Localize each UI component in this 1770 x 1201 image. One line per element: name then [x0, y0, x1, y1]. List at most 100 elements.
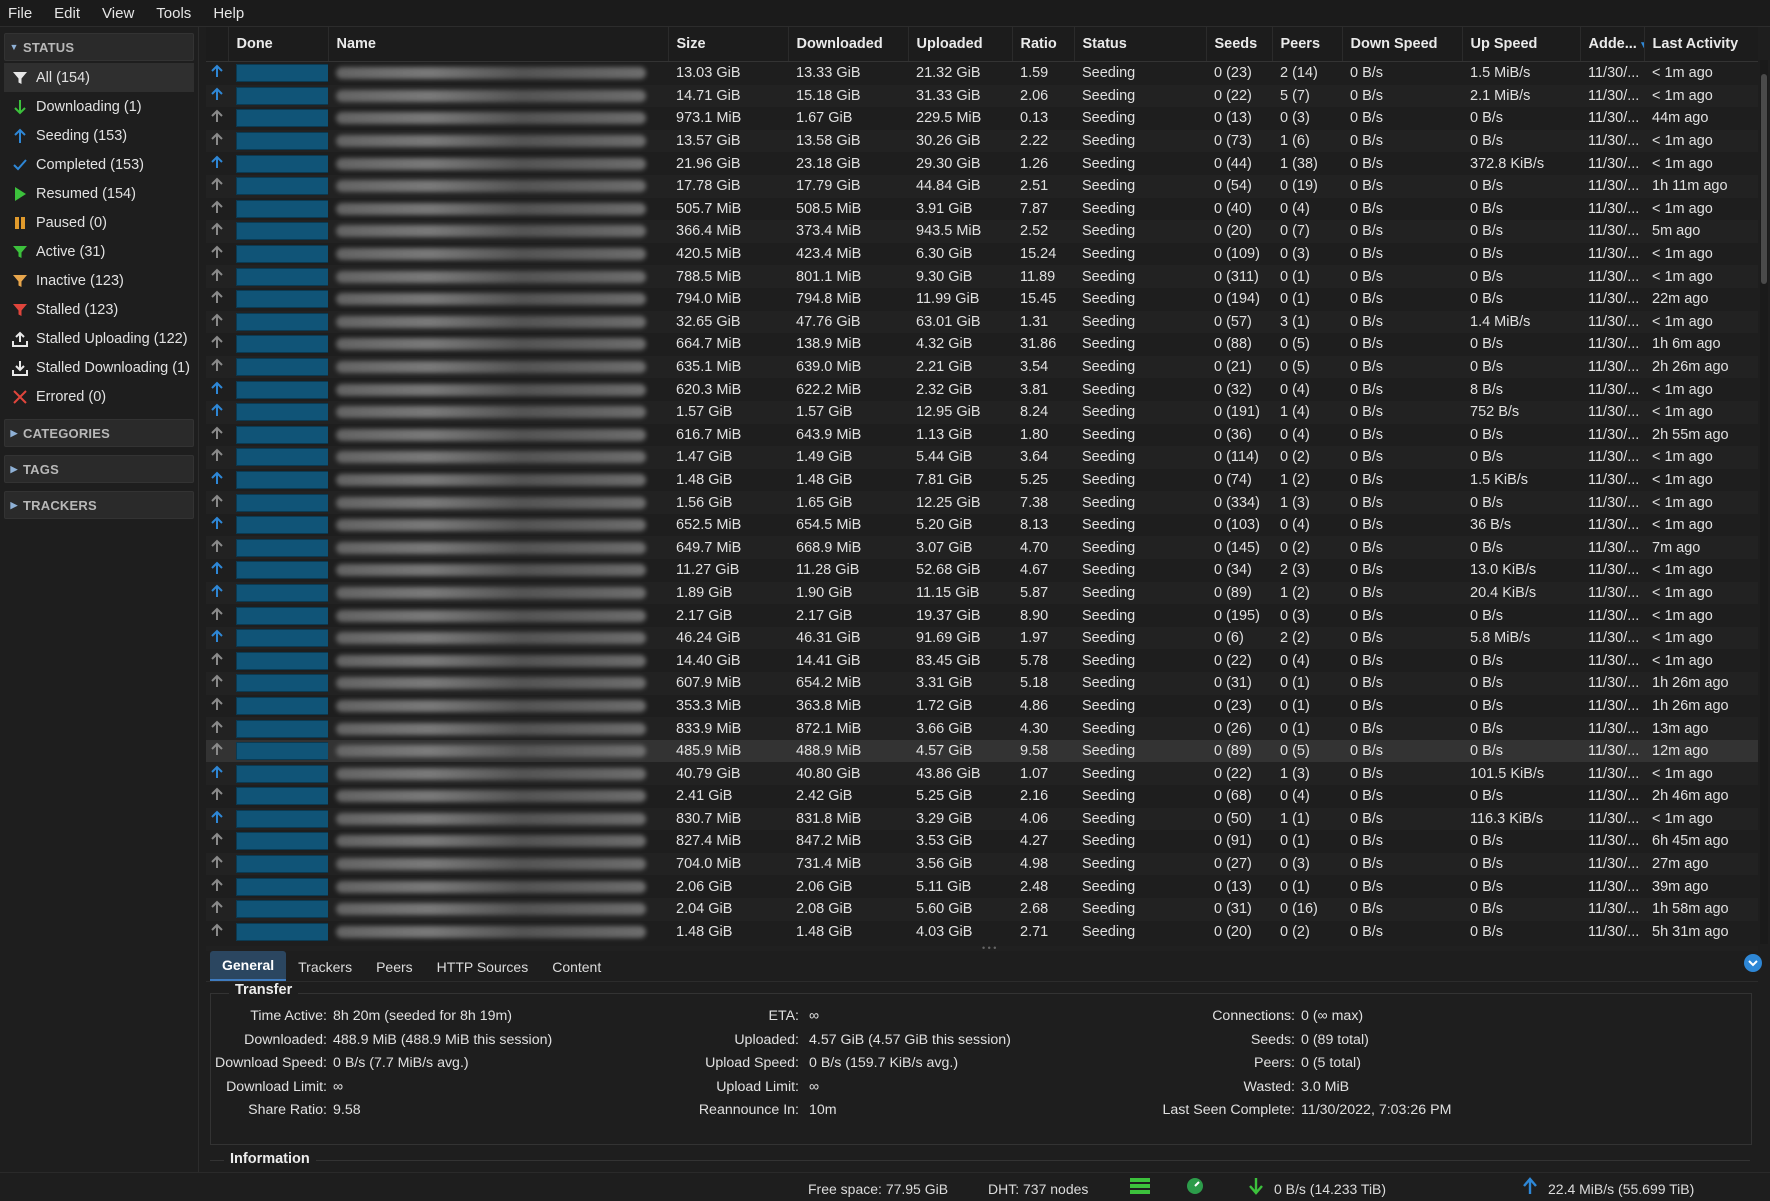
table-row[interactable]: 32.65 GiB 47.76 GiB 63.01 GiB 1.31 Seeding 0 … [206, 310, 1758, 334]
col-header-name[interactable]: Name [328, 27, 669, 62]
scrollbar-thumb[interactable] [1761, 74, 1767, 284]
downloaded-cell: 40.80 GiB [788, 762, 908, 785]
col-header-downloaded[interactable]: Downloaded [788, 27, 909, 62]
table-row[interactable]: 505.7 MiB 508.5 MiB 3.91 GiB 7.87 Seeding 0 (… [206, 198, 1758, 221]
col-header-last-activity[interactable]: Last Activity [1644, 27, 1758, 62]
menu-edit[interactable]: Edit [43, 5, 91, 22]
col-header-size[interactable]: Size [668, 27, 789, 62]
menu-help[interactable]: Help [202, 5, 255, 22]
col-header-arrow[interactable] [206, 27, 229, 62]
tab-http-sources[interactable]: HTTP Sources [425, 953, 541, 981]
tab-trackers[interactable]: Trackers [286, 953, 364, 981]
progress-cell [228, 84, 328, 108]
ratio-cell: 11.89 [1012, 265, 1074, 288]
table-row[interactable]: 833.9 MiB 872.1 MiB 3.66 GiB 4.30 Seeding 0 (… [206, 717, 1758, 740]
status-filter-errored[interactable]: Errored (0) [4, 382, 194, 411]
trackers-section-header[interactable]: ▶ TRACKERS [4, 491, 194, 519]
table-row[interactable]: 607.9 MiB 654.2 MiB 3.31 GiB 5.18 Seeding 0 (… [206, 672, 1758, 695]
table-row[interactable]: 788.5 MiB 801.1 MiB 9.30 GiB 11.89 Seeding 0 … [206, 265, 1758, 288]
col-header-uploaded[interactable]: Uploaded [908, 27, 1013, 62]
table-row[interactable]: 664.7 MiB 138.9 MiB 4.32 GiB 31.86 Seeding 0 … [206, 333, 1758, 356]
table-row[interactable]: 1.56 GiB 1.65 GiB 12.25 GiB 7.38 Seeding 0 (3… [206, 491, 1758, 514]
detail-value: 10m [809, 1102, 837, 1118]
progress-bar [236, 742, 328, 761]
table-row[interactable]: 2.06 GiB 2.06 GiB 5.11 GiB 2.48 Seeding 0 (13… [206, 875, 1758, 898]
detail-row: Share Ratio: [211, 1102, 327, 1118]
table-row[interactable]: 2.17 GiB 2.17 GiB 19.37 GiB 8.90 Seeding 0 (1… [206, 604, 1758, 627]
table-row[interactable]: 366.4 MiB 373.4 MiB 943.5 MiB 2.52 Seeding 0 … [206, 220, 1758, 243]
col-header-status[interactable]: Status [1074, 27, 1207, 62]
table-row[interactable]: 1.57 GiB 1.57 GiB 12.95 GiB 8.24 Seeding 0 (1… [206, 400, 1758, 424]
table-row[interactable]: 1.48 GiB 1.48 GiB 4.03 GiB 2.71 Seeding 0 (20… [206, 921, 1758, 944]
status-filter-stalled-downloading[interactable]: Stalled Downloading (1) [4, 353, 194, 382]
col-header-down-speed[interactable]: Down Speed [1342, 27, 1463, 62]
table-row[interactable]: 14.71 GiB 15.18 GiB 31.33 GiB 2.06 Seeding 0 … [206, 84, 1758, 108]
status-filter-completed[interactable]: Completed (153) [4, 150, 194, 179]
status-filter-seeding[interactable]: Seeding (153) [4, 121, 194, 150]
table-row[interactable]: 827.4 MiB 847.2 MiB 3.53 GiB 4.27 Seeding 0 (… [206, 830, 1758, 853]
menu-tools[interactable]: Tools [145, 5, 202, 22]
table-row[interactable]: 1.48 GiB 1.48 GiB 7.81 GiB 5.25 Seeding 0 (74… [206, 469, 1758, 492]
table-row[interactable]: 14.40 GiB 14.41 GiB 83.45 GiB 5.78 Seeding 0 … [206, 649, 1758, 672]
table-row[interactable]: 353.3 MiB 363.8 MiB 1.72 GiB 4.86 Seeding 0 (… [206, 695, 1758, 718]
table-row[interactable]: 973.1 MiB 1.67 GiB 229.5 MiB 0.13 Seeding 0 (… [206, 107, 1758, 130]
status-filter-resumed[interactable]: Resumed (154) [4, 179, 194, 208]
seeds-cell: 0 (31) [1206, 897, 1272, 921]
tab-general[interactable]: General [210, 951, 287, 981]
table-row[interactable]: 794.0 MiB 794.8 MiB 11.99 GiB 15.45 Seeding 0… [206, 288, 1758, 311]
table-row[interactable]: 2.41 GiB 2.42 GiB 5.25 GiB 2.16 Seeding 0 (68… [206, 785, 1758, 808]
status-filter-stalled[interactable]: Stalled (123) [4, 295, 194, 324]
status-filter-active[interactable]: Active (31) [4, 237, 194, 266]
col-header-seeds[interactable]: Seeds [1206, 27, 1273, 62]
progress-cell [228, 469, 328, 492]
downloaded-cell: 363.8 MiB [796, 697, 862, 714]
table-row[interactable]: 17.78 GiB 17.79 GiB 44.84 GiB 2.51 Seeding 0 … [206, 174, 1758, 198]
col-header-peers[interactable]: Peers [1272, 27, 1343, 62]
redacted-name [336, 225, 646, 238]
status-filter-downloading[interactable]: Downloading (1) [4, 92, 194, 121]
connection-status-icon[interactable] [1130, 1178, 1150, 1197]
status-cell: Seeding [1074, 807, 1206, 831]
col-header-done[interactable]: Done [228, 27, 329, 62]
seeding-state-cell [206, 649, 228, 672]
status-filter-stalled-uploading[interactable]: Stalled Uploading (122) [4, 324, 194, 353]
table-row[interactable]: 1.47 GiB 1.49 GiB 5.44 GiB 3.64 Seeding 0 (11… [206, 446, 1758, 469]
table-row[interactable]: 649.7 MiB 668.9 MiB 3.07 GiB 4.70 Seeding 0 (… [206, 536, 1758, 560]
table-row[interactable]: 635.1 MiB 639.0 MiB 2.21 GiB 3.54 Seeding 0 (… [206, 355, 1758, 379]
col-header-added[interactable]: Adde...▼ [1580, 27, 1645, 62]
categories-section-header[interactable]: ▶ CATEGORIES [4, 419, 194, 447]
added-cell: 11/30/... [1588, 336, 1640, 353]
col-header-up-speed[interactable]: Up Speed [1462, 27, 1581, 62]
table-row[interactable]: 616.7 MiB 643.9 MiB 1.13 GiB 1.80 Seeding 0 (… [206, 424, 1758, 447]
table-row[interactable]: 620.3 MiB 622.2 MiB 2.32 GiB 3.81 Seeding 0 (… [206, 378, 1758, 401]
table-row[interactable]: 420.5 MiB 423.4 MiB 6.30 GiB 15.24 Seeding 0 … [206, 243, 1758, 266]
menu-file[interactable]: File [0, 5, 43, 22]
table-row[interactable]: 704.0 MiB 731.4 MiB 3.56 GiB 4.98 Seeding 0 (… [206, 852, 1758, 876]
col-header-ratio[interactable]: Ratio [1012, 27, 1075, 62]
table-row[interactable]: 21.96 GiB 23.18 GiB 29.30 GiB 1.26 Seeding 0 … [206, 152, 1758, 175]
table-row[interactable]: 13.03 GiB 13.33 GiB 21.32 GiB 1.59 Seeding 0 … [206, 62, 1758, 85]
up-speed-cell: 0 B/s [1470, 607, 1504, 624]
table-row[interactable]: 2.04 GiB 2.08 GiB 5.60 GiB 2.68 Seeding 0 (31… [206, 897, 1758, 921]
up-speed-cell: 0 B/s [1470, 426, 1504, 443]
table-row[interactable]: 1.89 GiB 1.90 GiB 11.15 GiB 5.87 Seeding 0 (8… [206, 581, 1758, 605]
status-section-header[interactable]: ▼ STATUS [4, 33, 194, 61]
table-row[interactable]: 11.27 GiB 11.28 GiB 52.68 GiB 4.67 Seeding 0 … [206, 559, 1758, 582]
ratio-cell: 2.68 [1012, 897, 1074, 921]
tags-section-header[interactable]: ▶ TAGS [4, 455, 194, 483]
table-row[interactable]: 652.5 MiB 654.5 MiB 5.20 GiB 8.13 Seeding 0 (… [206, 514, 1758, 537]
tab-content[interactable]: Content [540, 953, 613, 981]
table-row[interactable]: 830.7 MiB 831.8 MiB 3.29 GiB 4.06 Seeding 0 (… [206, 807, 1758, 831]
collapse-panel-button[interactable] [1744, 954, 1762, 972]
table-row[interactable]: 13.57 GiB 13.58 GiB 30.26 GiB 2.22 Seeding 0 … [206, 129, 1758, 153]
status-filter-paused[interactable]: Paused (0) [4, 208, 194, 237]
menu-view[interactable]: View [91, 5, 145, 22]
status-filter-inactive[interactable]: Inactive (123) [4, 266, 194, 295]
table-scrollbar[interactable] [1760, 60, 1768, 944]
tab-peers[interactable]: Peers [364, 953, 425, 981]
status-filter-all[interactable]: All (154) [4, 63, 194, 92]
table-row[interactable]: 40.79 GiB 40.80 GiB 43.86 GiB 1.07 Seeding 0 … [206, 762, 1758, 785]
speed-limit-icon[interactable] [1186, 1177, 1204, 1198]
table-row[interactable]: 46.24 GiB 46.31 GiB 91.69 GiB 1.97 Seeding 0 … [206, 626, 1758, 650]
table-row[interactable]: 485.9 MiB 488.9 MiB 4.57 GiB 9.58 Seeding 0 (… [206, 739, 1758, 763]
